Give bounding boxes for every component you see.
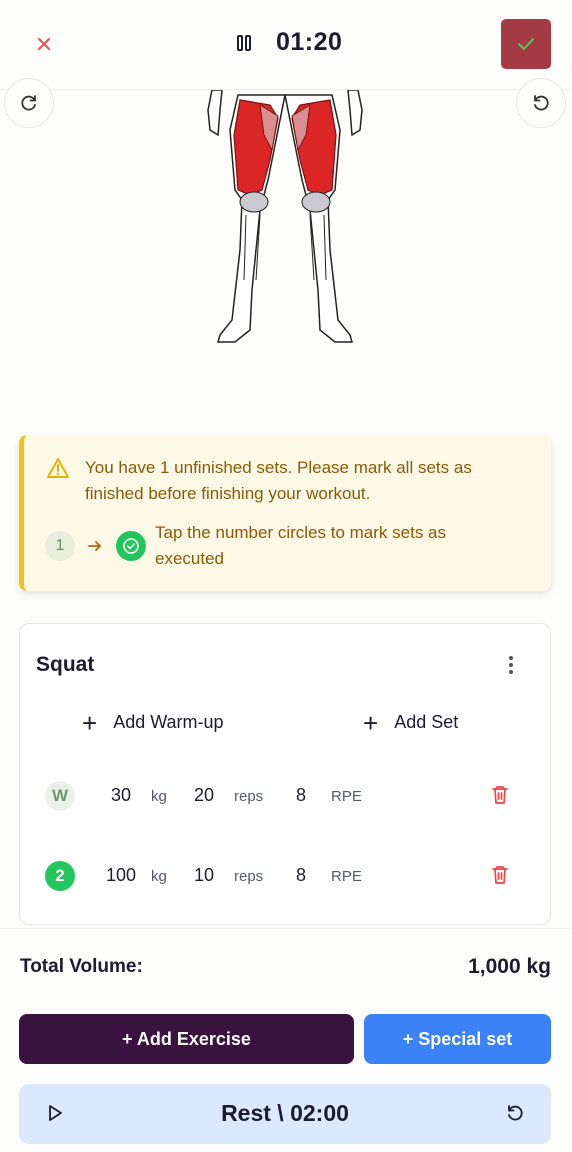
rest-timer-bar[interactable]: Rest \ 02:00	[19, 1084, 551, 1144]
unfinished-sets-warning: You have 1 unfinished sets. Please mark …	[19, 435, 551, 591]
reps-input[interactable]: 10	[179, 865, 229, 886]
set-number-badge[interactable]: W	[45, 781, 75, 811]
rpe-unit: RPE	[331, 868, 362, 885]
reps-input[interactable]: 20	[179, 785, 229, 806]
set-number-badge[interactable]: 2	[45, 861, 75, 891]
add-set-label: Add Set	[394, 712, 459, 732]
warning-tip: Tap the number circles to mark sets as e…	[155, 523, 447, 568]
plus-icon: +	[363, 707, 379, 738]
trash-icon[interactable]	[490, 784, 510, 806]
total-volume-label: Total Volume:	[20, 956, 143, 977]
weight-input[interactable]: 30	[96, 785, 146, 806]
close-icon	[38, 38, 50, 50]
pause-icon[interactable]	[236, 34, 252, 52]
warning-message: You have 1 unfinished sets. Please mark …	[85, 458, 472, 503]
weight-input[interactable]: 100	[96, 865, 146, 886]
rpe-input[interactable]: 8	[276, 865, 326, 886]
total-volume-value: 1,000 kg	[468, 955, 551, 978]
add-warmup-label: Add Warm-up	[113, 712, 224, 732]
example-set-number: 1	[45, 531, 75, 561]
add-exercise-button[interactable]: + Add Exercise	[19, 1014, 354, 1064]
reps-unit: reps	[234, 788, 264, 805]
finish-workout-button[interactable]	[501, 19, 551, 69]
warning-icon	[47, 458, 69, 478]
reps-unit: reps	[234, 868, 264, 885]
weight-unit: kg	[151, 868, 167, 885]
set-row: W 30 kg 20 reps 8 RPE	[20, 776, 550, 816]
trash-icon[interactable]	[490, 864, 510, 886]
check-icon	[518, 38, 534, 50]
exercise-name[interactable]: Squat	[36, 653, 94, 677]
add-set-button[interactable]: + Add Set	[363, 707, 459, 738]
arrow-right-icon	[88, 541, 101, 551]
workout-footer: Total Volume: 1,000 kg + Add Exercise + …	[0, 928, 572, 1152]
rest-timer-label: Rest \ 02:00	[221, 1100, 349, 1126]
exercise-card: Squat + Add Warm-up + Add Set W 30 kg 20…	[19, 623, 551, 925]
rotate-body-button[interactable]	[4, 78, 54, 128]
exercise-menu-icon[interactable]	[500, 652, 522, 678]
reset-icon[interactable]	[505, 1103, 525, 1123]
add-warmup-button[interactable]: + Add Warm-up	[82, 707, 224, 738]
rpe-unit: RPE	[331, 788, 362, 805]
undo-button[interactable]	[516, 78, 566, 128]
close-button[interactable]	[30, 30, 58, 58]
rpe-input[interactable]: 8	[276, 785, 326, 806]
rotate-icon	[21, 95, 36, 111]
muscle-map-figure	[207, 90, 363, 343]
workout-header: 01:20	[0, 0, 572, 90]
special-set-button[interactable]: + Special set	[364, 1014, 551, 1064]
executed-check-icon	[116, 531, 146, 561]
plus-icon: +	[82, 707, 98, 738]
set-row: 2 100 kg 10 reps 8 RPE	[20, 856, 550, 896]
undo-icon	[534, 95, 549, 111]
workout-timer-group: 01:20	[236, 28, 342, 57]
weight-unit: kg	[151, 788, 167, 805]
workout-timer: 01:20	[276, 28, 343, 56]
